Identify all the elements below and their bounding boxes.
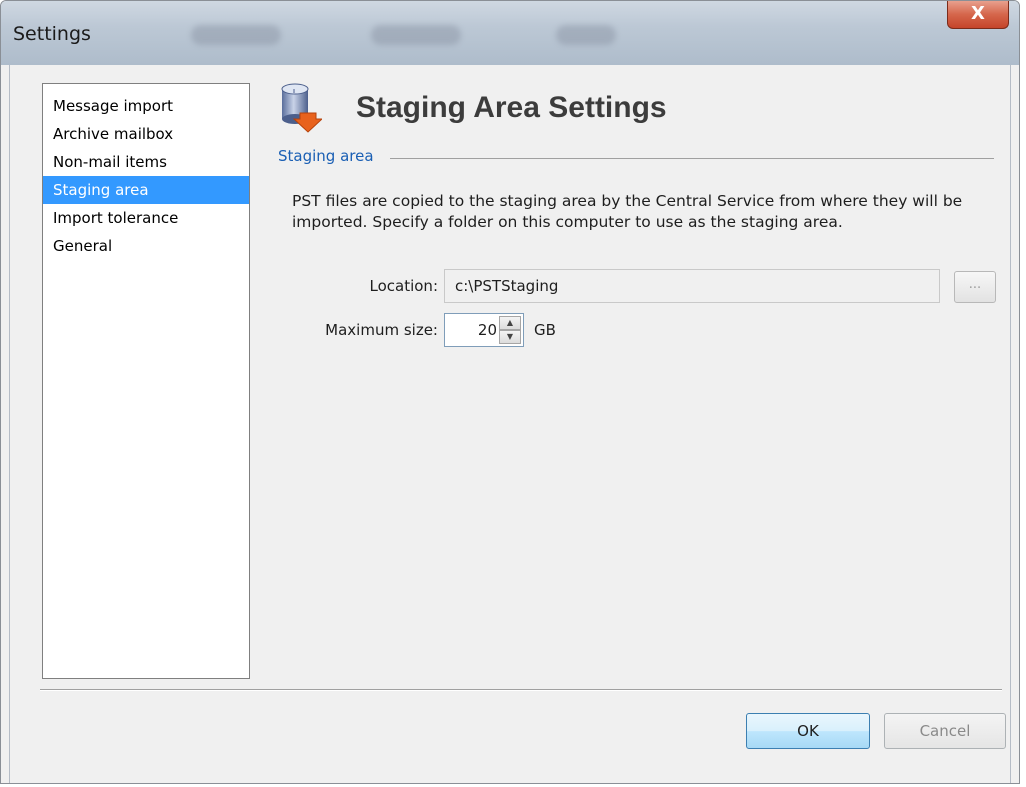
sidebar-item-message-import[interactable]: Message import	[43, 92, 249, 120]
ok-button[interactable]: OK	[746, 713, 870, 749]
sidebar-item-staging-area[interactable]: Staging area	[43, 176, 249, 204]
chevron-down-icon: ▼	[506, 332, 514, 341]
sidebar-item-archive-mailbox[interactable]: Archive mailbox	[43, 120, 249, 148]
location-field[interactable]: c:\PSTStaging	[444, 269, 940, 303]
window-title: Settings	[13, 23, 91, 45]
location-label: Location:	[369, 277, 439, 295]
title-bar-reflection	[371, 25, 461, 45]
settings-category-list[interactable]: Message import Archive mailbox Non-mail …	[42, 83, 250, 679]
close-button[interactable]: X	[947, 1, 1009, 29]
sidebar-item-non-mail-items[interactable]: Non-mail items	[43, 148, 249, 176]
title-bar-reflection	[191, 25, 281, 45]
database-export-icon	[281, 83, 322, 133]
maximum-size-stepper[interactable]: 20 ▲ ▼	[444, 313, 524, 347]
title-bar-reflection	[556, 25, 616, 45]
description-text: PST files are copied to the staging area…	[292, 192, 963, 231]
browse-button[interactable]: ...	[954, 271, 996, 303]
page-title: Staging Area Settings	[356, 91, 667, 124]
spin-down-button[interactable]: ▼	[499, 330, 521, 344]
settings-window: Settings X Message import Archive mailbo…	[0, 0, 1020, 784]
maximum-size-value[interactable]: 20	[445, 314, 497, 346]
section-label: Staging area	[278, 147, 382, 165]
sidebar-item-general[interactable]: General	[43, 232, 249, 260]
sidebar-item-import-tolerance[interactable]: Import tolerance	[43, 204, 249, 232]
section-divider	[390, 158, 994, 159]
close-icon: X	[971, 3, 985, 24]
size-unit-label: GB	[534, 321, 556, 339]
spin-up-button[interactable]: ▲	[499, 316, 521, 330]
dialog-body: Message import Archive mailbox Non-mail …	[9, 65, 1011, 783]
title-bar[interactable]: Settings X	[1, 1, 1019, 65]
chevron-up-icon: ▲	[506, 318, 514, 327]
footer-divider	[40, 689, 1002, 691]
cancel-button[interactable]: Cancel	[884, 713, 1006, 749]
maximum-size-label: Maximum size:	[325, 321, 438, 339]
